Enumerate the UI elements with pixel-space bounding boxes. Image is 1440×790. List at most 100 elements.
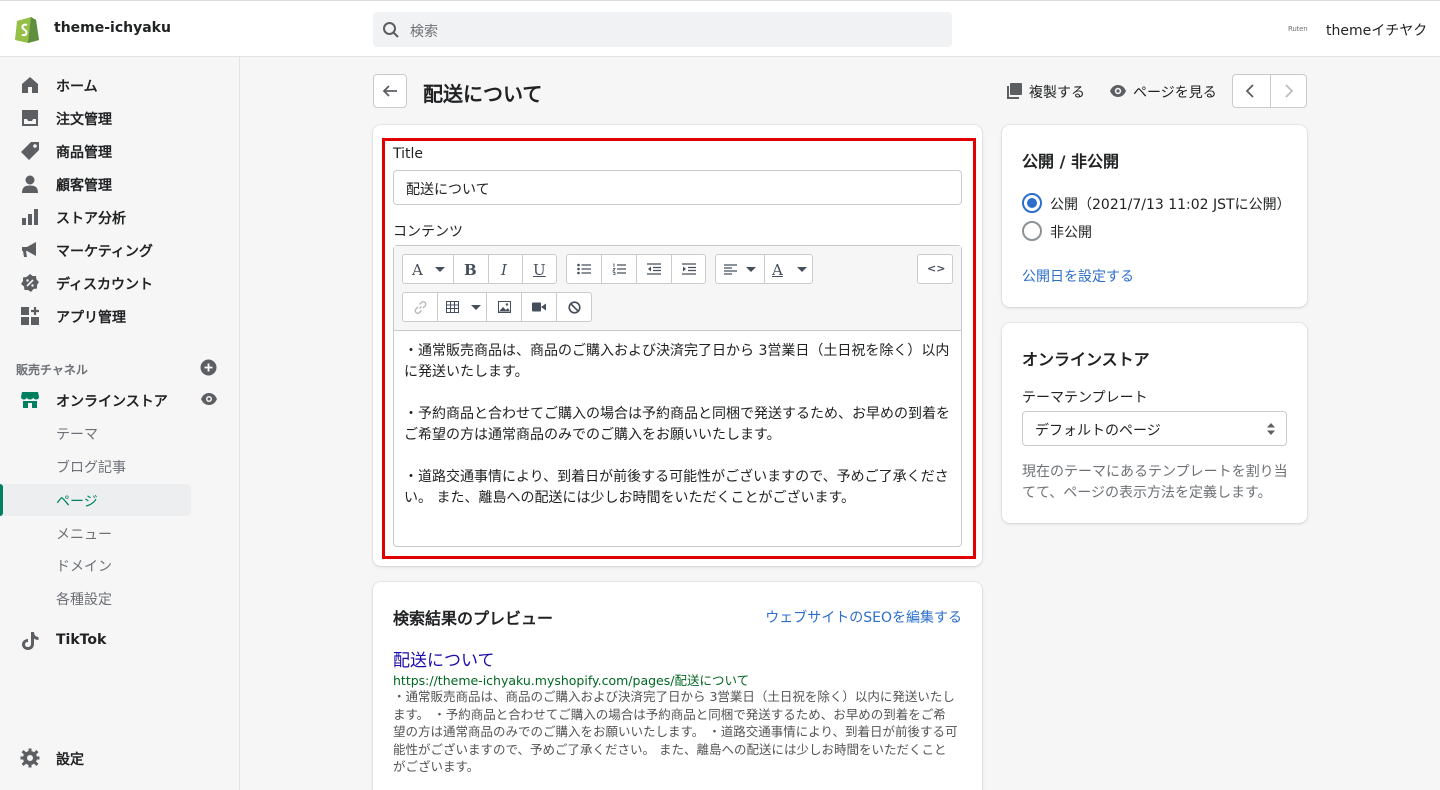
sidebar-item-orders[interactable]: 注文管理 [0,101,240,134]
insert-table-dropdown[interactable] [438,293,487,321]
orders-icon [22,110,38,126]
select-arrows-icon [1267,423,1275,435]
search-input[interactable]: 検索 [410,21,438,41]
visibility-title: 公開 / 非公開 [1022,152,1119,171]
hidden-radio[interactable] [1022,221,1042,241]
sidebar-item-discounts[interactable]: ディスカウント [0,266,240,299]
content-paragraph: ・道路交通事情により、到着日が前後する可能性がございますので、予めご了承ください… [404,469,949,506]
sidebar-item-settings[interactable]: 設定 [0,741,240,774]
content-paragraph: ・予約商品と合わせてご購入の場合は予約商品と同梱で発送するため、お早めの到着をご… [404,406,950,443]
table-icon [446,301,459,313]
content-paragraph: ・通常販売商品は、商品のご購入および決済完了日から 3営業日（土日祝を除く）以内… [404,343,950,380]
editor-content[interactable]: ・通常販売商品は、商品のご購入および決済完了日から 3営業日（土日祝を除く）以内… [404,341,954,530]
next-page-button[interactable] [1271,75,1308,107]
sidebar-sub-domain[interactable]: ドメイン [0,549,191,581]
eye-icon [1110,85,1126,97]
align-left-icon [724,264,737,275]
sidebar-sub-preferences[interactable]: 各種設定 [0,582,191,614]
set-publish-date-link[interactable]: 公開日を設定する [1022,266,1134,286]
apps-icon [21,307,39,325]
store-name[interactable]: theme-ichyaku [54,20,171,36]
sidebar-sub-pages[interactable]: ページ [0,484,191,516]
template-select[interactable]: デフォルトのページ [1022,411,1287,446]
sidebar-sub-menu[interactable]: メニュー [0,517,191,549]
store-icon [21,392,39,408]
indent-button[interactable] [672,255,706,283]
back-button[interactable] [373,74,407,108]
align-color-group: A [715,254,813,284]
hidden-radio-option[interactable]: 非公開 [1022,221,1142,241]
visible-label: 公開（2021/7/13 11:02 JSTに公開） [1050,197,1291,213]
image-icon [498,301,511,313]
code-icon: <> [927,262,946,275]
font-style-dropdown[interactable]: A [403,255,454,283]
online-store-card: オンラインストア テーマテンプレート デフォルトのページ 現在のテーマにあるテン… [1002,323,1307,523]
title-input-value: 配送について [406,182,490,198]
tiktok-icon [22,632,39,650]
bold-button[interactable]: B [454,255,489,283]
text-color-dropdown[interactable]: A [765,255,813,283]
shopify-logo-icon[interactable] [14,13,40,43]
view-store-eye-icon[interactable] [200,391,218,407]
insert-link-button[interactable] [403,293,438,321]
visible-radio[interactable] [1022,193,1042,213]
megaphone-icon [22,242,36,257]
sidebar-sub-blog[interactable]: ブログ記事 [0,450,191,482]
template-select-value: デフォルトのページ [1035,423,1161,439]
caret-down-icon [797,267,807,272]
sidebar-item-products[interactable]: 商品管理 [0,134,240,167]
text-color-icon: A [772,261,783,279]
search-bar[interactable]: 検索 [373,12,952,47]
insert-group [402,292,592,322]
caret-down-icon [471,305,481,310]
italic-button[interactable]: I [489,255,523,283]
underline-button[interactable]: U [523,255,557,283]
numbered-list-icon [612,263,626,275]
caret-down-icon [746,267,756,272]
bullet-list-button[interactable] [567,255,602,283]
content-label: コンテンツ [393,224,463,240]
previous-page-button[interactable] [1233,75,1270,107]
video-icon [532,302,546,312]
duplicate-button[interactable]: 複製する [1005,82,1085,102]
sidebar-sub-theme[interactable]: テーマ [0,417,191,449]
rich-text-editor[interactable]: A B I U A <> ・通常販売商品は、商品のご購入および決済完了日から 3… [393,245,962,547]
show-html-button[interactable]: <> [918,255,952,283]
sidebar-item-tiktok[interactable]: TikTok [0,624,240,657]
insert-video-button[interactable] [522,293,557,321]
view-page-button[interactable]: ページを見る [1109,82,1219,102]
title-input[interactable]: 配送について [393,170,962,205]
online-store-title: オンラインストア [1022,350,1150,369]
align-dropdown[interactable] [716,255,765,283]
page-title: 配送について [423,82,543,106]
add-channel-icon[interactable] [200,359,217,376]
clear-formatting-button[interactable] [557,293,592,321]
search-icon [383,22,399,38]
outdent-button[interactable] [637,255,672,283]
customer-icon [22,175,38,193]
arrow-left-icon [382,85,397,97]
list-group [566,254,706,284]
sales-channels-title: 販売チャネル [16,363,88,377]
sidebar-item-home[interactable]: ホーム [0,68,240,101]
top-bar: theme-ichyaku 検索 Ruten themeイチヤク [0,0,1440,57]
title-label: Title [393,146,424,162]
gear-icon [20,748,40,768]
visibility-card: 公開 / 非公開 公開（2021/7/13 11:02 JSTに公開） 非公開 … [1002,125,1307,307]
sidebar-item-analytics[interactable]: ストア分析 [0,200,240,233]
sidebar-item-apps[interactable]: アプリ管理 [0,299,240,332]
edit-seo-link[interactable]: ウェブサイトのSEOを編集する [765,607,962,627]
insert-image-button[interactable] [487,293,522,321]
numbered-list-button[interactable] [602,255,637,283]
sidebar-item-customers[interactable]: 顧客管理 [0,167,240,200]
account-name[interactable]: themeイチヤク [1326,20,1427,40]
seo-url: https://theme-ichyaku.myshopify.com/page… [393,673,750,688]
discount-icon [21,274,39,292]
block-icon [568,301,581,314]
sidebar-item-online-store[interactable]: オンラインストア [0,383,240,416]
sidebar-item-marketing[interactable]: マーケティング [0,233,240,266]
template-help-text: 現在のテーマにあるテンプレートを割り当てて、ページの表示方法を定義します。 [1022,464,1288,501]
outdent-icon [647,263,661,275]
underline-icon: U [533,261,546,279]
visible-radio-option[interactable]: 公開（2021/7/13 11:02 JSTに公開） [1022,193,1292,213]
